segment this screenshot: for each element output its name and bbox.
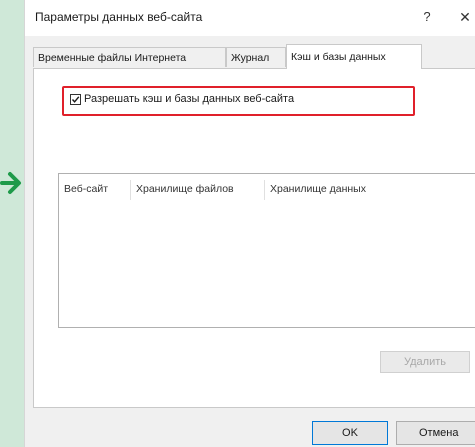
website-storage-list[interactable]: Веб-сайт Хранилище файлов Хранилище данн…	[58, 173, 475, 328]
close-button[interactable]: ✕	[457, 7, 473, 27]
tab-caches-and-databases[interactable]: Кэш и базы данных	[286, 44, 422, 69]
allow-cache-option[interactable]: Разрешать кэш и базы данных веб-сайта	[70, 93, 294, 105]
column-header-file-storage[interactable]: Хранилище файлов	[131, 180, 265, 200]
title-bar: Параметры данных веб-сайта ? ✕	[25, 0, 475, 36]
checkmark-icon	[71, 95, 80, 103]
allow-cache-label[interactable]: Разрешать кэш и базы данных веб-сайта	[84, 93, 294, 105]
website-data-settings-dialog: Параметры данных веб-сайта ? ✕ Временные…	[24, 0, 475, 447]
delete-button[interactable]: Удалить	[380, 351, 470, 373]
tab-temporary-internet-files[interactable]: Временные файлы Интернета	[33, 47, 226, 67]
arrow-right-icon	[0, 172, 21, 194]
caches-and-databases-panel: Разрешать кэш и базы данных веб-сайта Ве…	[33, 68, 475, 408]
dialog-title: Параметры данных веб-сайта	[35, 10, 203, 24]
allow-cache-checkbox[interactable]	[70, 93, 81, 105]
column-header-website[interactable]: Веб-сайт	[59, 180, 131, 200]
help-button[interactable]: ?	[419, 7, 435, 27]
page: Параметры данных веб-сайта ? ✕ Временные…	[0, 0, 475, 447]
tab-history[interactable]: Журнал	[226, 47, 286, 67]
column-header-data-storage[interactable]: Хранилище данных	[265, 180, 405, 200]
list-header: Веб-сайт Хранилище файлов Хранилище данн…	[59, 180, 405, 200]
cancel-button[interactable]: Отмена	[396, 421, 475, 445]
ok-button[interactable]: OK	[312, 421, 388, 445]
